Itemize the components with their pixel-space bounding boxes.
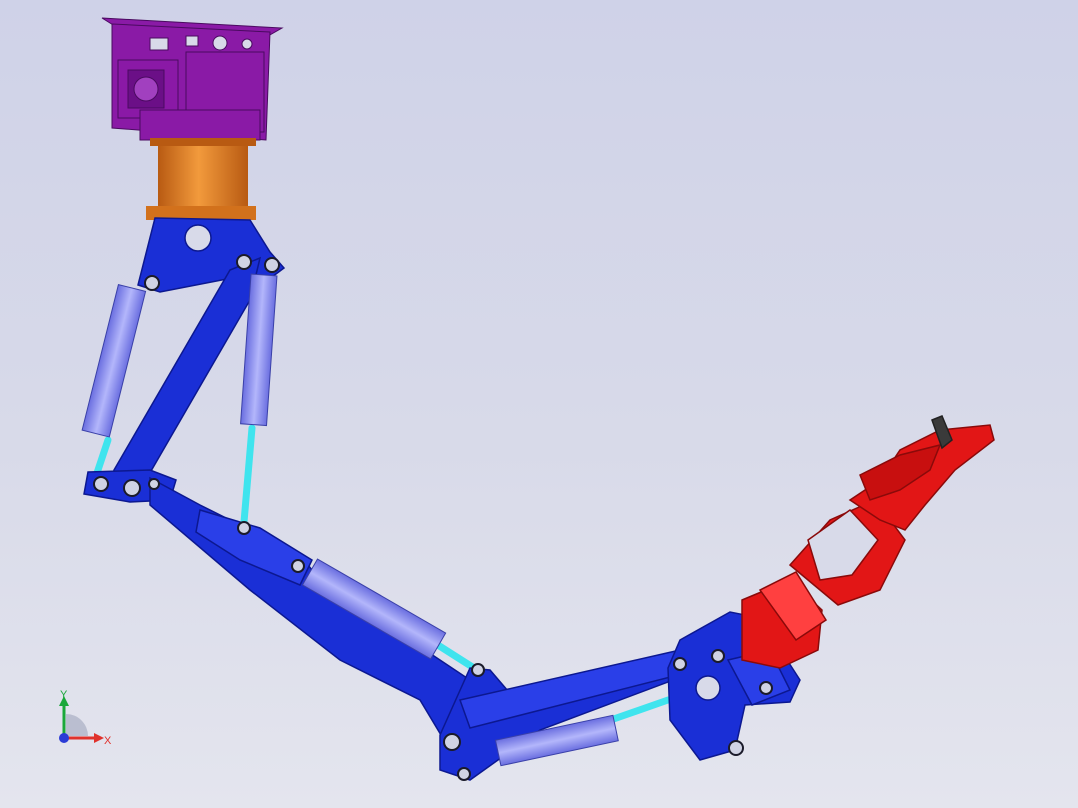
coordinate-triad: Y X xyxy=(59,689,112,747)
cad-viewport[interactable]: Y X xyxy=(0,0,1078,808)
x-axis-label: X xyxy=(104,735,112,747)
mount-bracket xyxy=(101,17,284,141)
upper-arm xyxy=(149,476,473,752)
gripper xyxy=(741,415,995,669)
z-axis-dot xyxy=(59,733,69,743)
triad-plane xyxy=(66,714,88,736)
robot-arm-model xyxy=(81,17,995,781)
y-axis-label: Y xyxy=(60,689,68,701)
x-axis-head xyxy=(94,733,104,743)
rotary-base xyxy=(146,138,256,220)
